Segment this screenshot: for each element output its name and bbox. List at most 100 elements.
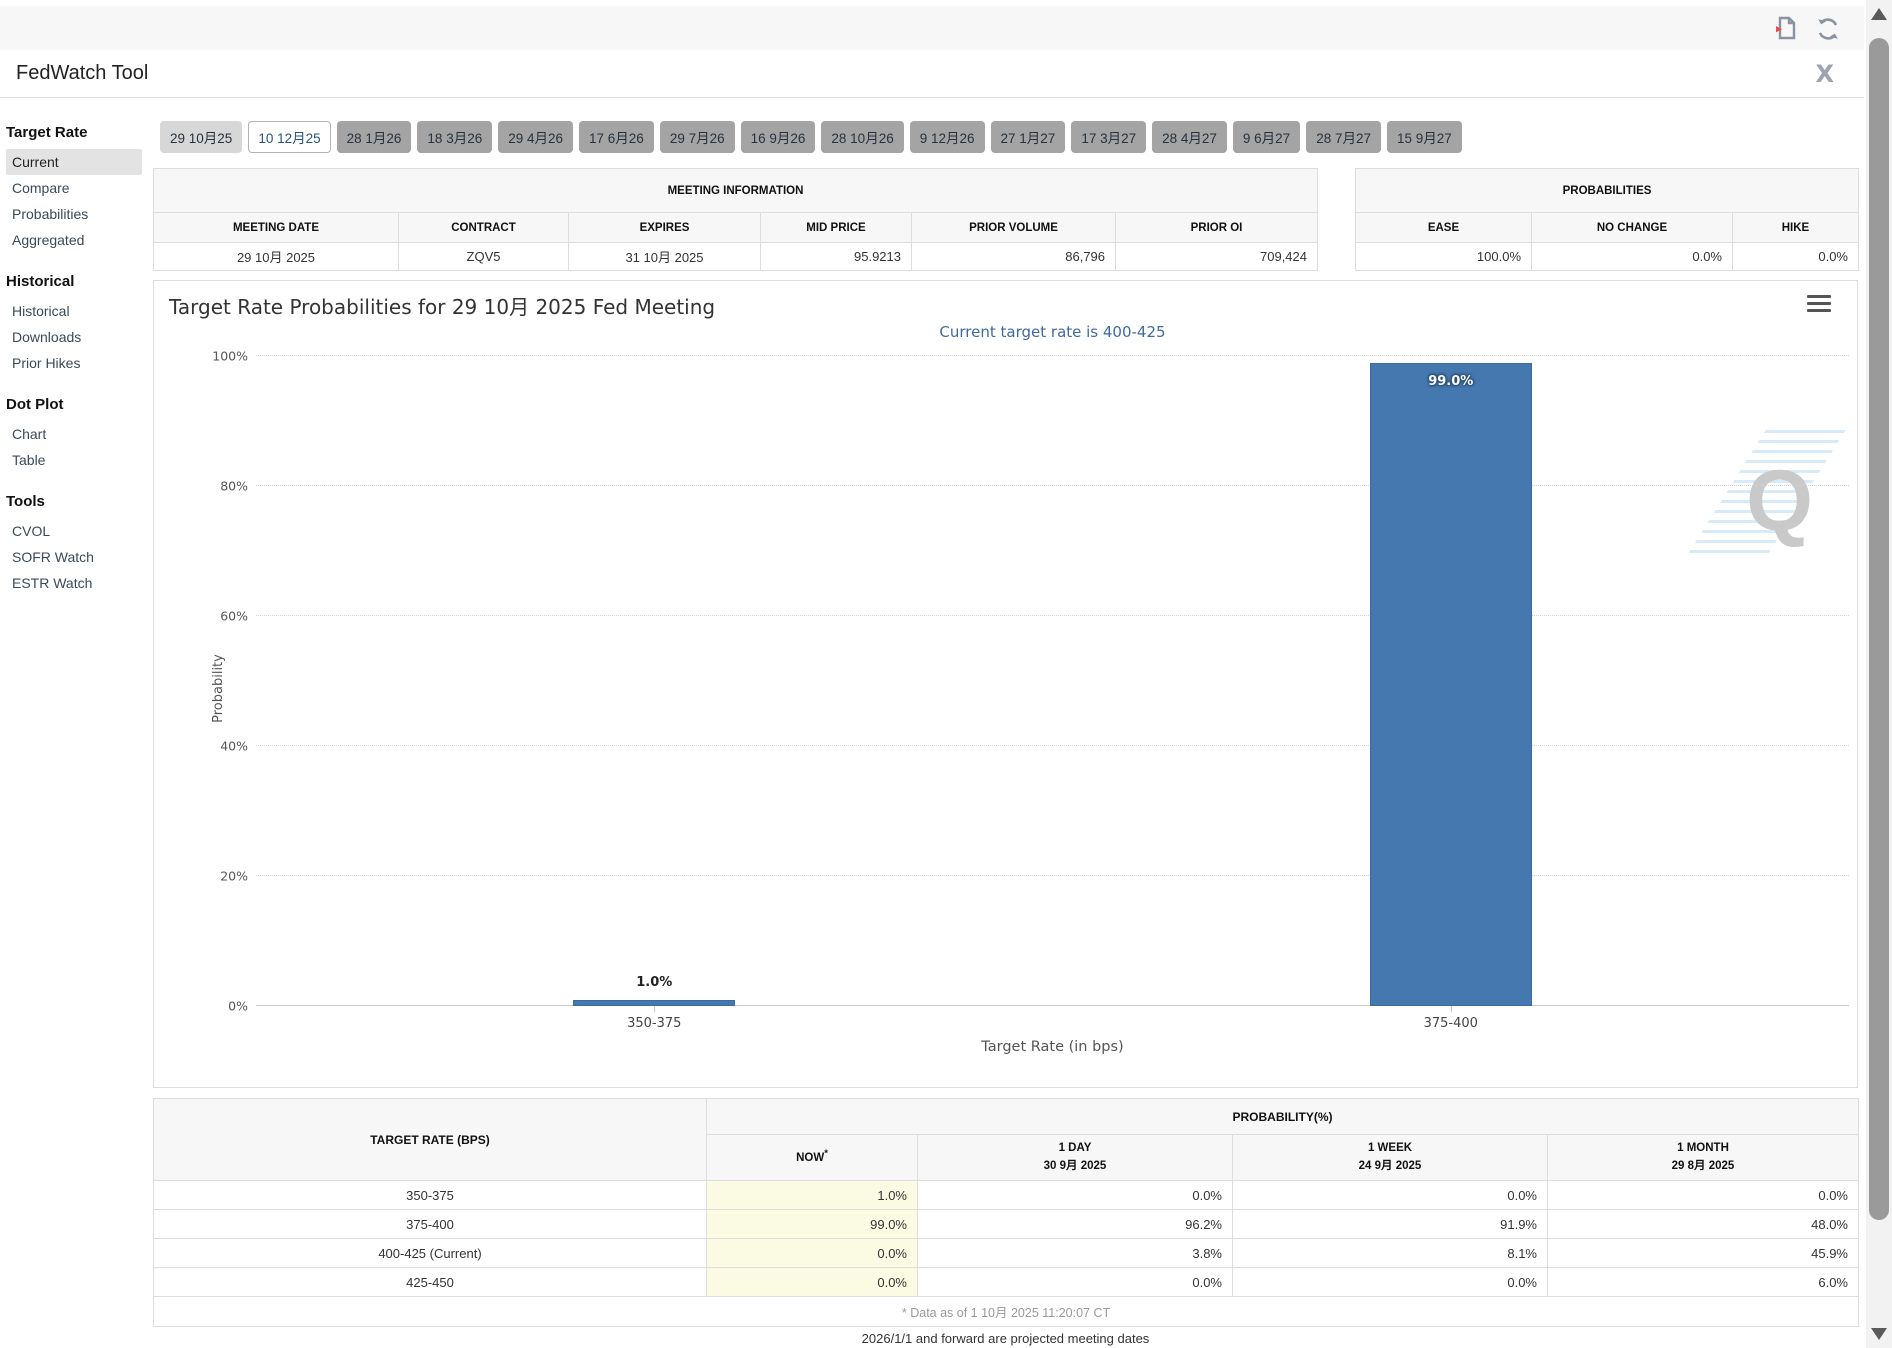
column-header-prior-volume: PRIOR VOLUME bbox=[912, 213, 1116, 243]
sidebar-item-compare[interactable]: Compare bbox=[6, 175, 142, 201]
tab-meeting-10[interactable]: 27 1月27 bbox=[991, 121, 1066, 153]
tab-meeting-9[interactable]: 9 12月26 bbox=[910, 121, 985, 153]
fedwatch-tool-page: FedWatch Tool X Target Rate Current Comp… bbox=[0, 0, 1892, 1348]
x-axis-tick bbox=[654, 1006, 655, 1012]
tab-meeting-13[interactable]: 9 6月27 bbox=[1233, 121, 1300, 153]
table-row: 425-450 0.0% 0.0% 0.0% 6.0% bbox=[154, 1268, 1859, 1297]
bar-value-label: 1.0% bbox=[573, 975, 735, 990]
tab-meeting-5[interactable]: 17 6月26 bbox=[579, 121, 654, 153]
y-gridline bbox=[256, 875, 1849, 876]
meeting-date-value: 29 10月 2025 bbox=[154, 243, 399, 271]
now-cell: 99.0% bbox=[707, 1210, 918, 1239]
y-axis-tick-label: 60% bbox=[220, 609, 248, 624]
x-twitter-icon[interactable]: X bbox=[1815, 60, 1834, 88]
tab-meeting-8[interactable]: 28 10月26 bbox=[821, 121, 903, 153]
sidebar-item-cvol[interactable]: CVOL bbox=[6, 518, 142, 544]
month-cell: 6.0% bbox=[1548, 1268, 1859, 1297]
meeting-information-table: MEETING INFORMATION MEETING DATE CONTRAC… bbox=[153, 168, 1318, 271]
sidebar-heading-historical: Historical bbox=[6, 273, 150, 290]
quikstrike-watermark: Q bbox=[1731, 434, 1821, 544]
prior-oi-value: 709,424 bbox=[1116, 243, 1318, 271]
column-header-1-day: 1 DAY 30 9月 2025 bbox=[918, 1135, 1233, 1181]
sidebar-item-aggregated[interactable]: Aggregated bbox=[6, 227, 142, 253]
ease-value: 100.0% bbox=[1356, 243, 1532, 271]
title-bar: FedWatch Tool X bbox=[0, 50, 1864, 98]
chart-subtitle: Current target rate is 400-425 bbox=[256, 323, 1849, 341]
rate-cell: 425-450 bbox=[154, 1268, 707, 1297]
y-gridline bbox=[256, 485, 1849, 486]
one-day-date: 30 9月 2025 bbox=[1044, 1160, 1107, 1172]
column-header-expires: EXPIRES bbox=[569, 213, 761, 243]
rate-cell: 375-400 bbox=[154, 1210, 707, 1239]
sidebar-item-table[interactable]: Table bbox=[6, 447, 142, 473]
probabilities-title: PROBABILITIES bbox=[1356, 169, 1859, 213]
scrollbar-down-arrow-icon[interactable] bbox=[1871, 1328, 1887, 1340]
now-cell: 1.0% bbox=[707, 1181, 918, 1210]
x-axis-line bbox=[256, 1005, 1849, 1006]
watermark-q-letter: Q bbox=[1746, 452, 1813, 551]
sidebar-item-downloads[interactable]: Downloads bbox=[6, 324, 142, 350]
bar-value-label: 99.0% bbox=[1370, 374, 1532, 389]
sidebar-item-chart[interactable]: Chart bbox=[6, 421, 142, 447]
tab-meeting-6[interactable]: 29 7月26 bbox=[660, 121, 735, 153]
now-label: NOW bbox=[796, 1152, 824, 1164]
y-axis-tick-label: 20% bbox=[220, 869, 248, 884]
chart-context-menu-icon[interactable] bbox=[1807, 291, 1831, 316]
tab-meeting-7[interactable]: 16 9月26 bbox=[741, 121, 816, 153]
tab-meeting-14[interactable]: 28 7月27 bbox=[1306, 121, 1381, 153]
tab-meeting-4[interactable]: 29 4月26 bbox=[498, 121, 573, 153]
prior-volume-value: 86,796 bbox=[912, 243, 1116, 271]
probability-bar-375-400[interactable] bbox=[1370, 363, 1532, 1007]
sidebar-item-historical[interactable]: Historical bbox=[6, 298, 142, 324]
tab-meeting-3[interactable]: 18 3月26 bbox=[417, 121, 492, 153]
top-toolbar bbox=[0, 6, 1864, 50]
export-report-icon[interactable] bbox=[1772, 15, 1800, 43]
scrollbar-up-arrow-icon[interactable] bbox=[1871, 8, 1887, 20]
y-gridline bbox=[256, 355, 1849, 356]
column-header-prior-oi: PRIOR OI bbox=[1116, 213, 1318, 243]
y-axis-tick-label: 40% bbox=[220, 739, 248, 754]
sidebar-heading-dot-plot: Dot Plot bbox=[6, 396, 150, 413]
tab-meeting-0[interactable]: 29 10月25 bbox=[160, 121, 242, 153]
probabilities-summary-table: PROBABILITIES EASE NO CHANGE HIKE 100.0%… bbox=[1355, 168, 1859, 271]
column-header-1-month: 1 MONTH29 8月 2025 bbox=[1548, 1135, 1859, 1181]
sidebar-item-sofr-watch[interactable]: SOFR Watch bbox=[6, 544, 142, 570]
day-cell: 96.2% bbox=[918, 1210, 1233, 1239]
sidebar-item-prior-hikes[interactable]: Prior Hikes bbox=[6, 350, 142, 376]
sidebar: Target Rate Current Compare Probabilitie… bbox=[0, 98, 150, 596]
tab-meeting-1[interactable]: 10 12月25 bbox=[248, 121, 330, 153]
sidebar-item-estr-watch[interactable]: ESTR Watch bbox=[6, 570, 142, 596]
x-axis-title: Target Rate (in bps) bbox=[256, 1039, 1849, 1055]
tab-meeting-2[interactable]: 28 1月26 bbox=[337, 121, 412, 153]
table-row: 400-425 (Current) 0.0% 3.8% 8.1% 45.9% bbox=[154, 1239, 1859, 1268]
projected-dates-note: 2026/1/1 and forward are projected meeti… bbox=[153, 1331, 1858, 1346]
one-week-date: 24 9月 2025 bbox=[1359, 1160, 1422, 1172]
sidebar-item-probabilities[interactable]: Probabilities bbox=[6, 201, 142, 227]
sidebar-heading-target-rate: Target Rate bbox=[6, 124, 150, 141]
y-axis-tick-label: 0% bbox=[228, 999, 248, 1014]
y-gridline bbox=[256, 745, 1849, 746]
day-cell: 0.0% bbox=[918, 1268, 1233, 1297]
tab-meeting-11[interactable]: 17 3月27 bbox=[1071, 121, 1146, 153]
week-cell: 8.1% bbox=[1233, 1239, 1548, 1268]
now-asterisk: * bbox=[824, 1148, 828, 1159]
table-row: 350-375 1.0% 0.0% 0.0% 0.0% bbox=[154, 1181, 1859, 1210]
hike-value: 0.0% bbox=[1733, 243, 1859, 271]
scrollbar-thumb[interactable] bbox=[1869, 38, 1889, 1220]
meeting-information-title: MEETING INFORMATION bbox=[154, 169, 1318, 213]
rate-cell: 400-425 (Current) bbox=[154, 1239, 707, 1268]
vertical-scrollbar[interactable] bbox=[1866, 0, 1892, 1348]
column-header-meeting-date: MEETING DATE bbox=[154, 213, 399, 243]
sidebar-item-current[interactable]: Current bbox=[6, 149, 142, 175]
one-day-label: 1 DAY bbox=[1059, 1142, 1092, 1154]
no-change-value: 0.0% bbox=[1532, 243, 1733, 271]
week-cell: 0.0% bbox=[1233, 1181, 1548, 1210]
tab-meeting-12[interactable]: 28 4月27 bbox=[1152, 121, 1227, 153]
now-cell: 0.0% bbox=[707, 1268, 918, 1297]
tab-meeting-15[interactable]: 15 9月27 bbox=[1387, 121, 1462, 153]
refresh-icon[interactable] bbox=[1814, 15, 1842, 43]
x-axis-tick bbox=[1451, 1006, 1452, 1012]
column-header-1-week: 1 WEEK24 9月 2025 bbox=[1233, 1135, 1548, 1181]
month-cell: 0.0% bbox=[1548, 1181, 1859, 1210]
column-header-target-rate-bps: TARGET RATE (BPS) bbox=[154, 1099, 707, 1181]
